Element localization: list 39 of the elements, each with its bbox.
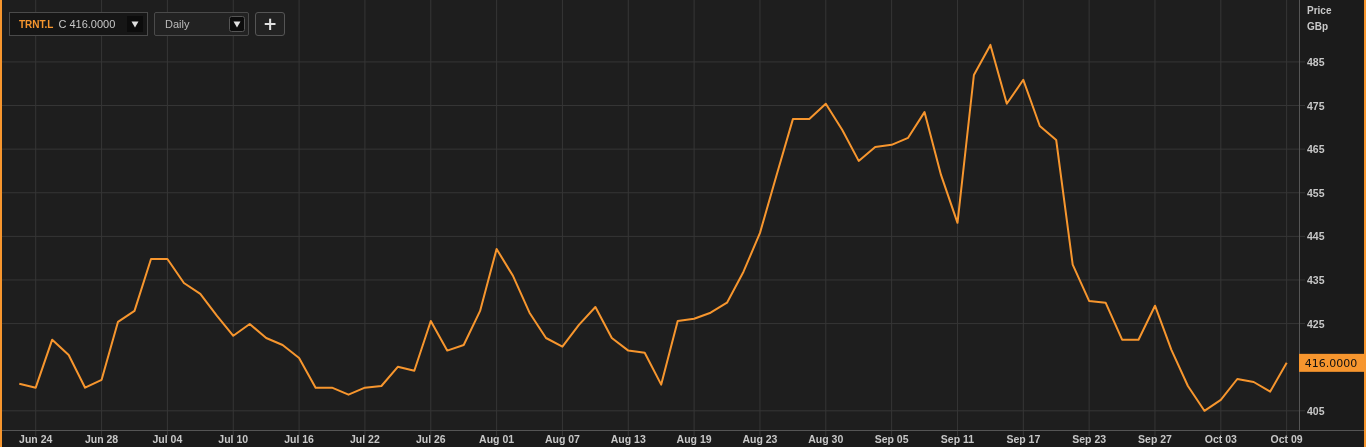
x-axis-label: Aug 30 bbox=[808, 433, 844, 445]
x-axis-label: Jul 22 bbox=[350, 433, 380, 445]
last-price-tag: 416.0000 bbox=[1299, 353, 1364, 372]
symbol-selector[interactable]: TRNT.L C 416.0000 bbox=[9, 12, 148, 36]
x-axis-label: Sep 27 bbox=[1138, 433, 1172, 445]
y-axis-label: 425 bbox=[1307, 317, 1325, 330]
x-axis-label: Jul 16 bbox=[284, 433, 314, 445]
x-axis-label: Jun 28 bbox=[84, 433, 119, 445]
axis-title: Price bbox=[1307, 5, 1332, 16]
x-axis-label: Oct 03 bbox=[1204, 433, 1237, 445]
y-axis-label: 485 bbox=[1307, 55, 1325, 68]
x-axis-label: Sep 17 bbox=[1006, 433, 1041, 445]
y-axis-label: 465 bbox=[1307, 143, 1325, 156]
quote-label: C 416.0000 bbox=[58, 18, 117, 30]
x-axis-label: Oct 09 bbox=[1270, 433, 1303, 445]
symbol-label: TRNT.L bbox=[19, 18, 54, 30]
y-axis-label: 455 bbox=[1307, 186, 1325, 199]
x-axis-label: Jul 10 bbox=[218, 433, 249, 445]
x-axis-label: Aug 19 bbox=[676, 433, 712, 445]
x-axis-label: Aug 01 bbox=[479, 433, 515, 445]
x-axis-label: Aug 23 bbox=[742, 433, 778, 445]
caret-icon bbox=[127, 16, 143, 32]
caret-icon bbox=[229, 16, 245, 32]
x-axis-label: Sep 11 bbox=[940, 433, 975, 445]
y-axis-label: 475 bbox=[1307, 99, 1325, 112]
y-axis-label: 435 bbox=[1307, 274, 1325, 286]
x-axis-label: Sep 23 bbox=[1072, 433, 1107, 445]
x-axis-label: Sep 05 bbox=[874, 433, 909, 445]
add-button[interactable]: + bbox=[255, 12, 285, 36]
x-axis-label: Jun 24 bbox=[19, 433, 53, 445]
currency-label: GBp bbox=[1307, 21, 1329, 32]
x-axis-label: Jul 26 bbox=[415, 433, 446, 445]
y-axis-label: 445 bbox=[1307, 230, 1325, 243]
x-axis-label: Aug 13 bbox=[610, 433, 646, 445]
interval-label: Daily bbox=[165, 18, 191, 30]
x-axis-label: Aug 07 bbox=[544, 433, 580, 445]
interval-dropdown[interactable]: Daily bbox=[154, 12, 249, 36]
y-axis-label: 405 bbox=[1307, 404, 1325, 417]
x-axis-label: Jul 04 bbox=[152, 433, 183, 445]
